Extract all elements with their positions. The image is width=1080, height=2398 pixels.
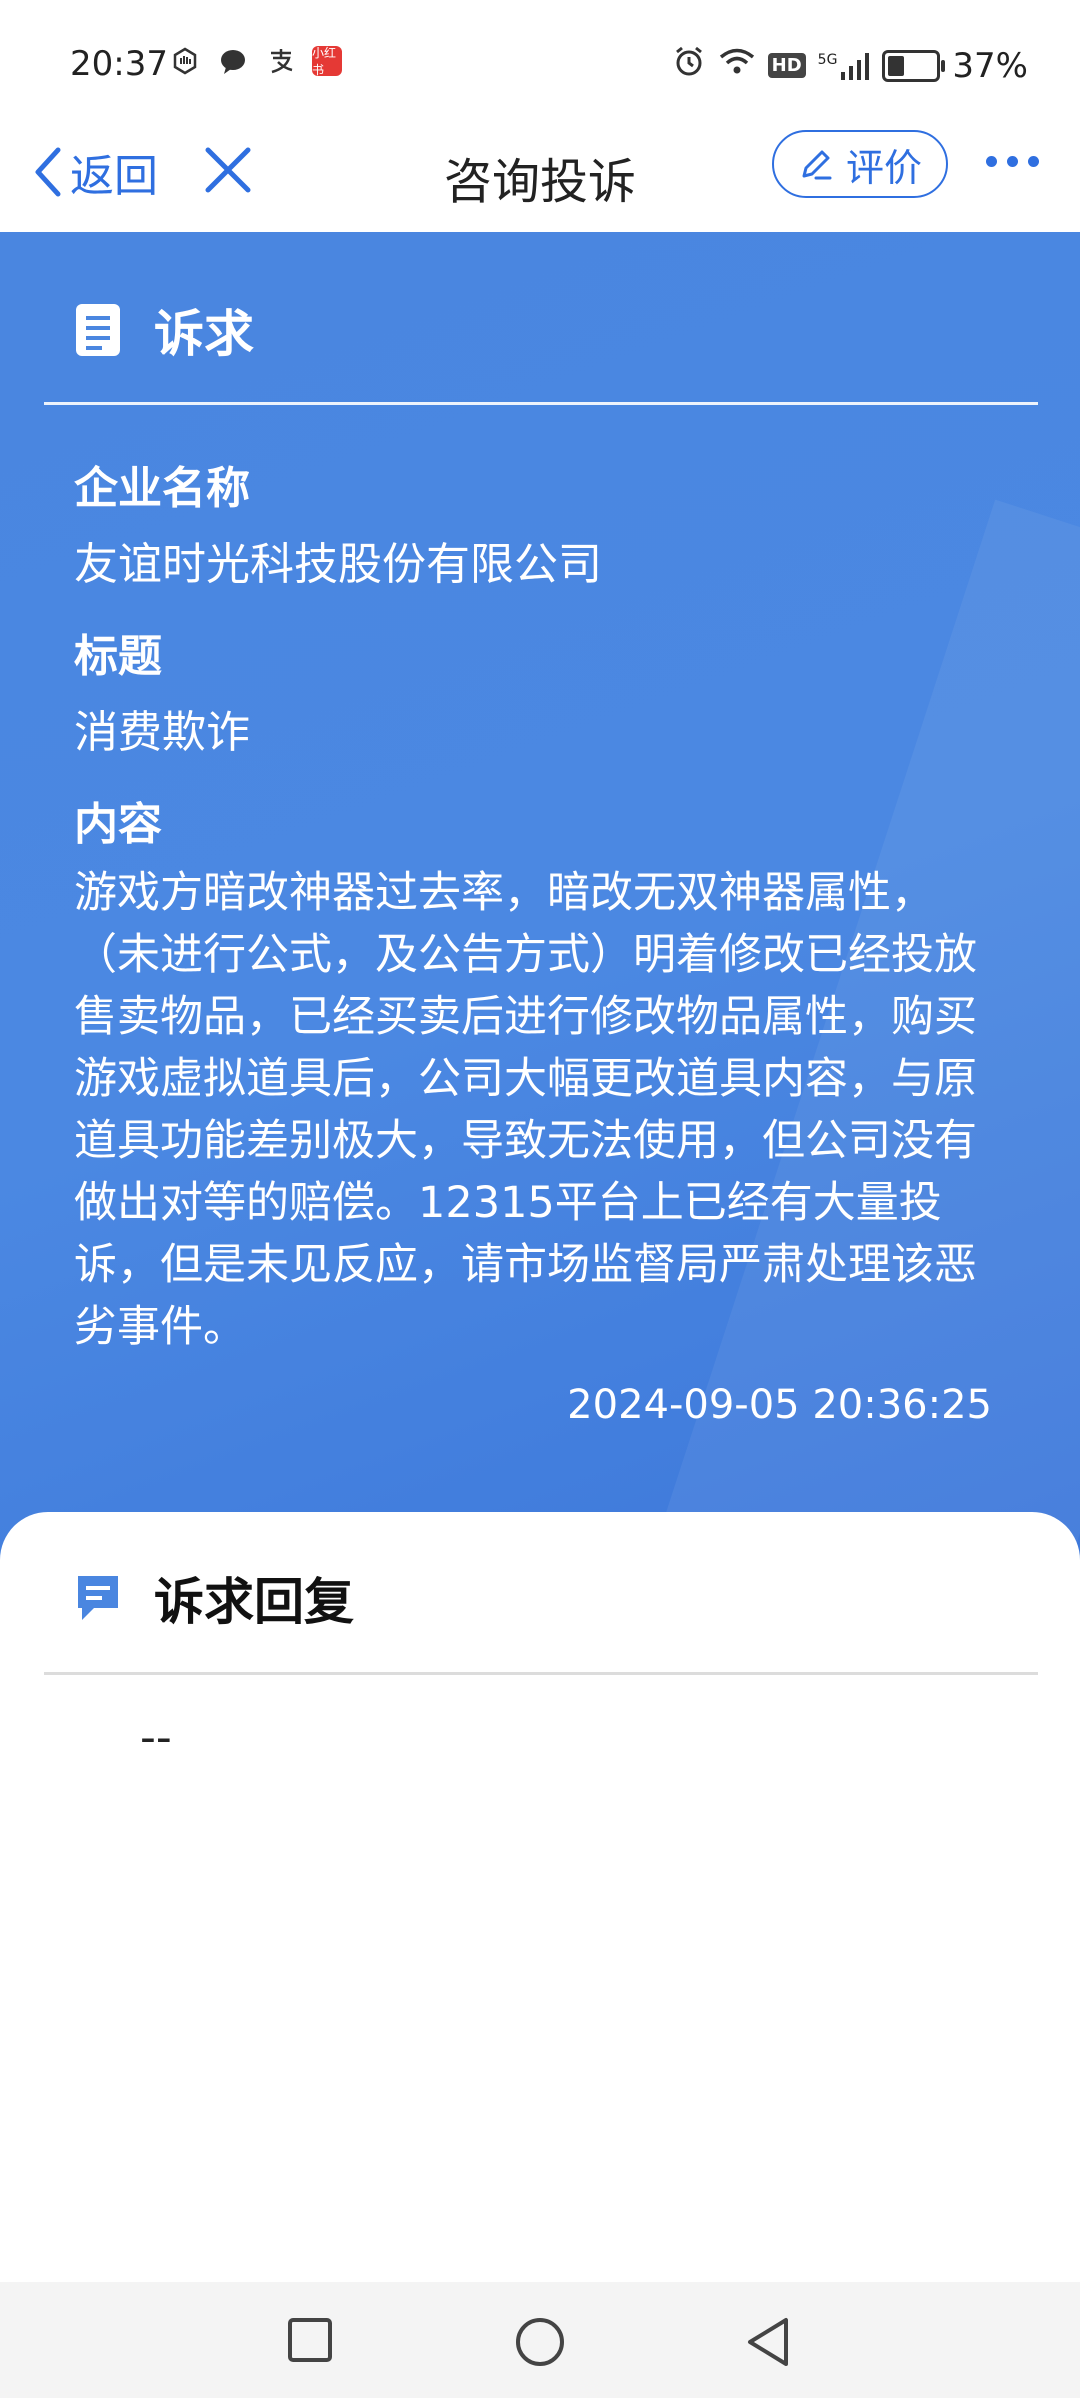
more-dot-icon: [1028, 156, 1039, 167]
submit-timestamp: 2024-09-05 20:36:25: [567, 1382, 992, 1428]
battery-percent: 37%: [952, 45, 1028, 86]
appeal-title: 诉求: [154, 305, 254, 363]
home-button[interactable]: [514, 2316, 566, 2372]
alipay-icon: [264, 44, 298, 78]
reply-title: 诉求回复: [154, 1573, 354, 1631]
document-icon: [76, 304, 120, 356]
evaluate-label: 评价: [845, 145, 922, 190]
appeal-panel: 诉求 企业名称 友谊时光科技股份有限公司 标题 消费欺诈 内容 游戏方暗改神器过…: [0, 232, 1080, 1562]
battery-icon: [882, 49, 946, 82]
reply-value: --: [140, 1712, 172, 1763]
nav-bar: 返回 咨询投诉 评价: [0, 120, 1080, 234]
status-bar: 20:37 小红书 HD 5G 37%: [0, 0, 1080, 120]
back-nav-button[interactable]: [744, 2316, 792, 2372]
more-dot-icon: [1007, 156, 1018, 167]
status-notification-icons: 小红书: [168, 44, 342, 78]
red-app-icon-label: 小红书: [312, 46, 337, 77]
title-value: 消费欺诈: [74, 707, 250, 758]
reply-card: 诉求回复 --: [0, 1512, 1080, 2282]
more-dot-icon: [986, 156, 997, 167]
edit-icon: [802, 150, 832, 180]
more-options-button[interactable]: [986, 156, 1039, 167]
network-type: 5G: [817, 51, 838, 68]
signal-icon: 5G: [818, 52, 871, 80]
content-label: 内容: [74, 799, 162, 850]
title-label: 标题: [74, 631, 162, 682]
reply-header: 诉求回复: [74, 1562, 354, 1634]
appeal-header: 诉求: [74, 294, 254, 366]
hd-badge: HD: [767, 53, 806, 78]
content-value: 游戏方暗改神器过去率，暗改无双神器属性，（未进行公式，及公告方式）明着修改已经投…: [74, 868, 977, 1352]
alarm-icon: [672, 44, 706, 87]
triangle-back-icon: [748, 2318, 788, 2366]
appeal-divider: [44, 402, 1038, 405]
status-system-icons: HD 5G 37%: [672, 44, 1028, 87]
circle-icon: [516, 2318, 564, 2366]
company-value: 友谊时光科技股份有限公司: [74, 539, 602, 590]
square-icon: [288, 2318, 332, 2362]
evaluate-button[interactable]: 评价: [772, 130, 948, 198]
system-nav-bar: [0, 2282, 1080, 2398]
status-time: 20:37: [70, 44, 168, 84]
hand-icon: [168, 44, 202, 78]
wifi-icon: [718, 46, 756, 86]
reply-divider: [44, 1672, 1038, 1675]
company-label: 企业名称: [74, 463, 250, 514]
message-icon: [78, 1576, 118, 1620]
red-app-icon: 小红书: [312, 46, 342, 77]
recents-button[interactable]: [286, 2316, 334, 2368]
chat-icon: [216, 44, 250, 78]
